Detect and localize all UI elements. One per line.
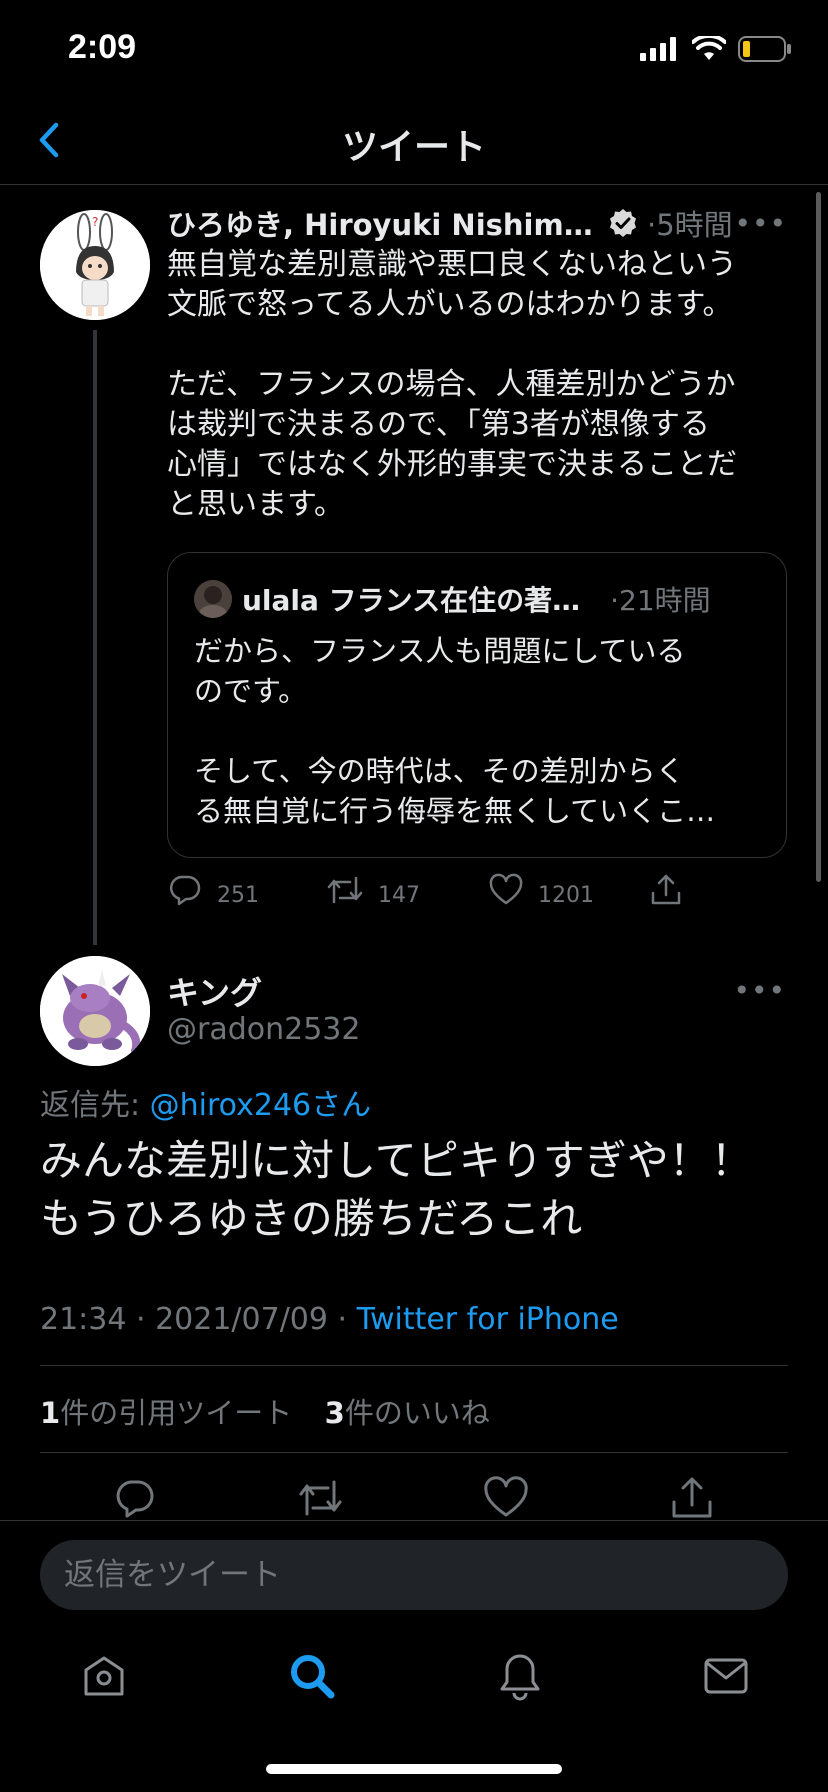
retweet-count: 147 — [378, 882, 420, 908]
main-source[interactable]: Twitter for iPhone — [357, 1302, 619, 1337]
stats-divider — [40, 1452, 788, 1453]
parent-retweet-action[interactable]: 147 — [326, 872, 420, 908]
quote-time: ·21時間 — [610, 584, 711, 617]
quote-tweets-count: 1 — [40, 1396, 61, 1430]
quote-tweets-label: 件の引用ツイート — [60, 1396, 293, 1430]
page-title: ツイート — [341, 127, 486, 168]
likes-count: 3 — [324, 1396, 345, 1430]
replying-to: 返信先: @hirox246さん — [40, 1080, 371, 1124]
parent-like-action[interactable]: 1201 — [488, 872, 594, 908]
mail-icon[interactable] — [700, 1650, 752, 1702]
parent-reply-action[interactable]: 251 — [167, 872, 259, 908]
like-count: 1201 — [538, 882, 594, 908]
parent-time: ·5時間 — [647, 208, 733, 242]
parent-more-icon[interactable]: ••• — [734, 207, 787, 240]
home-icon[interactable] — [78, 1650, 130, 1702]
stats-row: 1件の引用ツイート 3件のいいね — [40, 1390, 490, 1432]
main-retweet-icon[interactable] — [296, 1474, 344, 1522]
battery-icon — [738, 36, 791, 62]
parent-share-action[interactable] — [648, 872, 684, 908]
retweet-icon — [327, 876, 363, 904]
parent-avatar[interactable]: ? — [40, 210, 150, 320]
likes-stat[interactable]: 3件のいいね — [325, 1396, 490, 1430]
main-meta: 21:34 · 2021/07/09 · Twitter for iPhone — [40, 1302, 619, 1337]
reply-input[interactable] — [40, 1540, 788, 1610]
quote-name: ulala フランス在住の著… — [242, 584, 581, 617]
main-text: みんな差別に対してピキりすぎや！！ もうひろゆきの勝ちだろこれ — [40, 1136, 753, 1243]
parent-text: 無自覚な差別意識や悪口良くないねという 文脈で怒ってる人がいるのはわかります。 … — [167, 247, 737, 522]
signal-icon — [640, 37, 676, 61]
likes-label: 件のいいね — [344, 1396, 490, 1430]
main-like-icon[interactable] — [482, 1474, 530, 1522]
replying-to-prefix: 返信先: — [40, 1088, 150, 1123]
quote-tweet-card[interactable]: ulala フランス在住の著… ·21時間 だから、フランス人も問題にしている … — [167, 552, 787, 858]
home-indicator — [266, 1764, 562, 1774]
quote-text: だから、フランス人も問題にしている のです。 そして、今の時代は、その差別からく… — [194, 634, 716, 828]
main-reply-icon[interactable] — [110, 1474, 158, 1522]
reply-count: 251 — [217, 882, 259, 908]
main-handle[interactable]: @radon2532 — [167, 1012, 360, 1047]
main-avatar[interactable] — [40, 956, 150, 1066]
meta-divider — [40, 1365, 788, 1366]
heart-icon — [489, 873, 523, 905]
share-icon — [651, 874, 681, 905]
search-icon[interactable] — [286, 1650, 338, 1702]
verified-badge-icon — [610, 209, 636, 237]
main-share-icon[interactable] — [668, 1474, 716, 1522]
status-time: 2:09 — [68, 28, 137, 66]
parent-name[interactable]: ひろゆき, Hiroyuki Nishimu… — [167, 202, 597, 244]
reply-icon — [169, 875, 201, 906]
replying-to-mention[interactable]: @hirox246さん — [150, 1088, 371, 1123]
quote-avatar — [194, 580, 232, 618]
quote-header: ulala フランス在住の著… ·21時間 — [194, 579, 711, 619]
parent-header: ひろゆき, Hiroyuki Nishimu… ·5時間 ••• — [167, 202, 787, 244]
header-divider — [0, 184, 828, 185]
scrollbar[interactable] — [816, 192, 821, 882]
bell-icon[interactable] — [494, 1650, 546, 1702]
main-timestamp: 21:34 · 2021/07/09 · — [40, 1302, 357, 1337]
svg-text:?: ? — [92, 215, 98, 229]
thread-line — [93, 330, 97, 945]
wifi-icon — [692, 36, 726, 60]
main-name[interactable]: キング — [167, 968, 262, 1014]
main-more-icon[interactable]: ••• — [733, 974, 786, 1007]
status-icons — [640, 36, 792, 62]
quote-tweets-stat[interactable]: 1件の引用ツイート — [40, 1396, 292, 1430]
